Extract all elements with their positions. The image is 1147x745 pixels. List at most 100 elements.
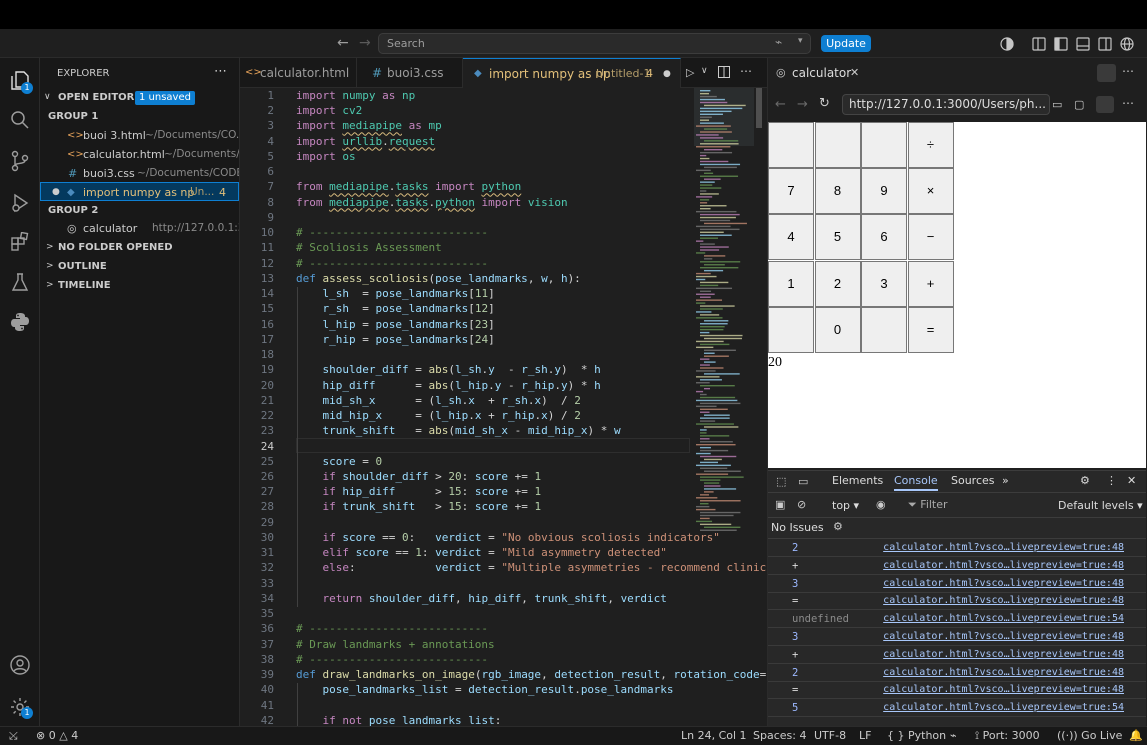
cursor-position[interactable]: Ln 24, Col 1 [681,727,747,745]
outline-section[interactable]: > OUTLINE [40,257,239,276]
back-arrow-icon[interactable]: ← [337,35,349,51]
chevron-down-icon[interactable]: ∨ [701,66,708,76]
calculator-key[interactable]: 4 [768,214,814,261]
testing-flask-icon[interactable] [11,272,29,292]
issues-settings-gear-icon[interactable]: ⚙ [833,520,843,533]
indentation[interactable]: Spaces: 4 [753,727,806,745]
code-editor[interactable]: 1 2 3 4 5 6 7 8 9 10 11 12 13 14 15 16 17 18 19 20 21 22 23 24 2… [240,88,767,726]
reload-icon[interactable]: ↻ [819,96,830,111]
more-vert-icon[interactable]: ⋮ [1106,474,1117,487]
console-source-link[interactable]: calculator.html?vsco…livepreview=true:48 [883,575,1124,593]
calculator-key[interactable]: − [907,214,954,261]
device-toolbar-icon[interactable]: ▭ [798,475,808,488]
devtools-settings-gear-icon[interactable]: ⚙ [1080,474,1090,487]
notifications-bell-icon[interactable]: 🔔 [1129,727,1143,745]
timeline-section[interactable]: > TIMELINE [40,276,239,295]
tab-untitled-active[interactable]: ◆ import numpy as np Untitled-1 4 ● [463,58,681,88]
python-icon[interactable] [10,312,30,332]
calculator-key[interactable] [768,306,814,353]
run-debug-icon[interactable] [10,192,32,214]
tab-calculator-html[interactable]: <> calculator.html [240,58,357,88]
unsaved-dot-icon[interactable]: ● [663,59,671,88]
console-filter-input[interactable]: ⏷ Filter [908,496,1048,514]
remote-icon[interactable]: ⤩ [9,727,18,745]
more-actions-icon[interactable]: ⋯ [1122,96,1134,110]
encoding[interactable]: UTF-8 [814,727,846,745]
calculator-key[interactable]: 3 [861,260,907,307]
problems-indicator[interactable]: ⊗ 0 △ 4 [36,727,78,745]
tab-buoi3-css[interactable]: # buoi3.css [357,58,463,88]
calculator-key[interactable]: = [907,306,954,353]
forward-arrow-icon[interactable]: → [359,35,371,51]
scrollbar-thumb[interactable] [756,88,762,128]
browser-forward-icon[interactable]: → [797,97,808,112]
account-icon[interactable] [9,654,31,676]
calculator-key[interactable]: 6 [861,214,907,261]
devtools-toggle-icon[interactable] [1096,96,1114,113]
calculator-key[interactable]: + [907,260,954,307]
source-control-icon[interactable] [10,150,30,172]
no-folder-section[interactable]: > NO FOLDER OPENED [40,238,239,257]
chevron-down-icon[interactable]: ▾ [798,36,803,46]
open-editor-item[interactable]: ◎ calculator http://127.0.0.1:300... [40,219,239,238]
calculator-key[interactable] [861,122,907,168]
more-actions-icon[interactable]: ⋯ [740,64,752,78]
calculator-key[interactable]: 2 [814,260,861,307]
close-icon[interactable]: ✕ [850,58,859,88]
tab-elements[interactable]: Elements [832,474,883,487]
calculator-key[interactable]: ÷ [907,122,954,168]
clear-console-icon[interactable]: ⊘ [797,498,806,511]
open-external-icon[interactable]: ▭ [1052,98,1062,111]
calculator-key[interactable] [861,306,907,353]
more-tabs-icon[interactable]: » [1002,474,1009,487]
open-editors-section[interactable]: ∨ OPEN EDITORS 1 unsaved [40,88,239,107]
open-editor-item[interactable]: # buoi3.css ~/Documents/CODE [40,164,239,183]
copilot-icon[interactable]: ⌁ [950,727,957,745]
url-input[interactable]: http://127.0.0.1:3000/Users/ph... [842,94,1050,115]
search-icon[interactable] [10,110,30,130]
calculator-key[interactable]: 5 [814,214,861,261]
go-live-button[interactable]: ((·)) Go Live [1057,727,1122,745]
console-source-link[interactable]: calculator.html?vsco…livepreview=true:54 [883,699,1124,717]
more-actions-icon[interactable]: ⋯ [214,64,227,79]
console-source-link[interactable]: calculator.html?vsco…livepreview=true:48 [883,628,1124,646]
copilot-icon[interactable]: ⌁ [775,35,782,49]
extensions-icon[interactable] [10,232,30,252]
live-server-port[interactable]: ⟟ Port: 3000 [975,727,1040,745]
open-editor-item[interactable]: <> calculator.html ~/Documents/... [40,145,239,164]
calculator-key[interactable] [768,122,814,168]
tab-sources[interactable]: Sources [951,474,995,487]
calculator-key[interactable]: 0 [814,306,861,353]
calculator-key[interactable]: × [907,168,954,215]
command-search-input[interactable]: Search ⌁ ▾ [378,33,811,54]
calculator-key[interactable]: 8 [814,168,861,215]
tab-calculator-browser[interactable]: ◎ calculator ✕ [768,58,868,88]
console-source-link[interactable]: calculator.html?vsco…livepreview=true:48 [883,557,1124,575]
context-select[interactable]: top ▾ [832,499,859,512]
split-editor-icon[interactable] [718,66,730,78]
calculator-key[interactable]: 7 [768,168,814,215]
language-mode[interactable]: { } Python [887,727,946,745]
eye-icon[interactable]: ◉ [876,498,886,511]
console-source-link[interactable]: calculator.html?vsco…livepreview=true:48 [883,681,1124,699]
console-source-link[interactable]: calculator.html?vsco…livepreview=true:48 [883,592,1124,610]
minimap[interactable] [694,88,767,538]
open-editor-item[interactable]: <> buoi 3.html ~/Documents/CO... [40,126,239,145]
lock-icon[interactable] [1097,64,1116,82]
end-of-line[interactable]: LF [859,727,871,745]
more-actions-icon[interactable]: ⋯ [1122,64,1134,78]
tab-console[interactable]: Console [894,474,938,491]
sidebar-toggle-icon[interactable]: ▣ [775,498,785,511]
inspect-element-icon[interactable]: ⬚ [776,475,786,488]
calculator-key[interactable]: 9 [861,168,907,215]
console-source-link[interactable]: calculator.html?vsco…livepreview=true:48 [883,539,1124,557]
browser-back-icon[interactable]: ← [775,97,786,112]
console-source-link[interactable]: calculator.html?vsco…livepreview=true:48 [883,664,1124,682]
console-source-link[interactable]: calculator.html?vsco…livepreview=true:48 [883,646,1124,664]
log-levels-select[interactable]: Default levels ▾ [1058,499,1143,512]
calculator-key[interactable] [814,122,861,168]
run-icon[interactable]: ▷ [686,66,694,79]
close-icon[interactable]: ✕ [1127,474,1136,487]
update-button[interactable]: Update [821,35,871,52]
open-editor-item-active[interactable]: ● ◆ import numpy as np Un... 4 [40,182,239,201]
